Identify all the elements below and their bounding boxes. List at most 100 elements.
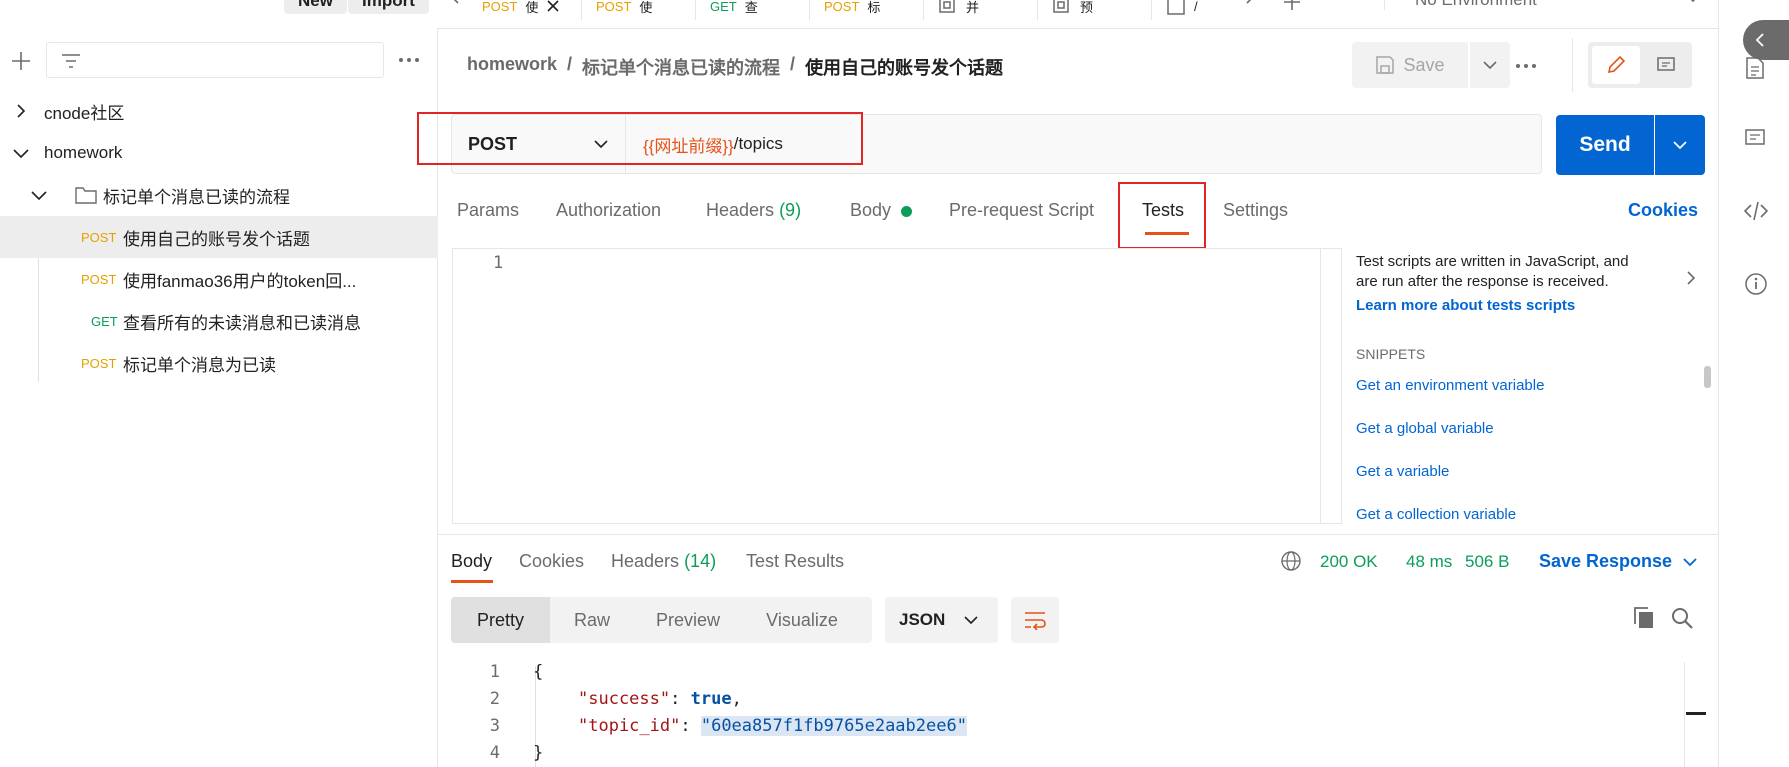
chevron-down-icon[interactable] <box>13 146 35 160</box>
comment-icon <box>1656 55 1676 75</box>
response-tab-headers[interactable]: Headers (14) <box>611 551 716 572</box>
forward-arrow-icon[interactable] <box>1236 0 1256 8</box>
response-size[interactable]: 506 B <box>1465 552 1509 572</box>
tab-body-label: Body <box>850 200 892 220</box>
view-visualize[interactable]: Visualize <box>742 597 862 643</box>
new-button[interactable]: New <box>284 0 347 14</box>
plus-icon[interactable] <box>1282 0 1302 12</box>
folder-label: 标记单个消息已读的流程 <box>103 187 290 207</box>
info-icon[interactable] <box>1744 272 1768 296</box>
chevron-down-icon[interactable] <box>1682 557 1698 567</box>
copy-icon[interactable] <box>1632 606 1654 630</box>
response-tab-cookies[interactable]: Cookies <box>519 551 584 572</box>
response-view-switcher: Pretty Raw Preview Visualize <box>451 597 872 643</box>
tab-method: GET <box>710 0 737 14</box>
editor-scrollbar[interactable] <box>1320 249 1342 523</box>
search-icon[interactable] <box>1670 606 1694 630</box>
view-raw[interactable]: Raw <box>550 597 634 643</box>
response-body-editor[interactable]: 1 { 2 "success": true, 3 "topic_id": "60… <box>470 662 1706 767</box>
tab-pre-request-script[interactable]: Pre-request Script <box>949 200 1094 221</box>
json-colon: : <box>680 716 701 736</box>
format-label: JSON <box>899 610 946 629</box>
tab-request-3[interactable]: GET 查 <box>698 0 810 20</box>
folder-row[interactable]: 标记单个消息已读的流程 <box>0 174 438 216</box>
chevron-down-icon <box>1672 140 1688 150</box>
collapse-button[interactable] <box>1743 20 1789 60</box>
tab-authorization[interactable]: Authorization <box>556 200 661 221</box>
snippets-scrollbar[interactable] <box>1704 366 1711 388</box>
save-button[interactable]: Save <box>1352 42 1468 88</box>
filter-icon[interactable] <box>61 52 81 70</box>
request-item[interactable]: POST 使用fanmao36用户的token回... <box>0 258 438 300</box>
save-options-button[interactable] <box>1470 42 1510 88</box>
environment-select[interactable]: No Environment <box>1384 0 1694 10</box>
send-button[interactable]: Send <box>1556 115 1654 175</box>
save-response-button[interactable]: Save Response <box>1539 551 1672 572</box>
edit-mode-button[interactable] <box>1592 46 1640 84</box>
tab-request-1[interactable]: POST 使 <box>470 0 582 20</box>
active-tab-indicator <box>451 580 493 583</box>
tab-runner-2[interactable]: 预 <box>1040 0 1152 20</box>
tab-request-4[interactable]: POST 标 <box>812 0 924 20</box>
request-item[interactable]: POST 使用自己的账号发个话题 <box>0 216 438 258</box>
learn-more-link[interactable]: Learn more about tests scripts <box>1356 297 1575 314</box>
cookies-link[interactable]: Cookies <box>1628 200 1698 221</box>
breadcrumb-collection[interactable]: homework <box>467 54 557 80</box>
method-badge: POST <box>81 229 117 245</box>
back-arrow-icon[interactable] <box>450 0 468 8</box>
code-icon[interactable] <box>1743 200 1769 222</box>
test-script-editor[interactable]: 1 <box>452 248 1342 524</box>
close-icon[interactable] <box>546 0 560 13</box>
window-icon <box>1166 0 1186 16</box>
response-tab-body[interactable]: Body <box>451 551 492 572</box>
request-item[interactable]: GET 查看所有的未读消息和已读消息 <box>0 300 438 342</box>
method-badge: POST <box>81 271 117 287</box>
collection-cnode[interactable]: cnode社区 <box>0 90 438 132</box>
chevron-down-icon[interactable] <box>31 188 53 202</box>
filter-input[interactable] <box>46 42 384 78</box>
comments-icon[interactable] <box>1744 128 1766 150</box>
tab-runner-1[interactable]: 并 <box>926 0 1038 20</box>
add-icon[interactable] <box>10 50 32 72</box>
documentation-icon[interactable] <box>1745 56 1765 80</box>
tab-body[interactable]: Body <box>850 200 891 221</box>
snippet-link[interactable]: Get a global variable <box>1356 420 1494 437</box>
response-time[interactable]: 48 ms <box>1406 552 1452 572</box>
breadcrumb-separator: / <box>790 54 796 74</box>
tab-headers-label: Headers <box>706 200 775 220</box>
more-icon[interactable] <box>398 56 420 64</box>
view-pretty[interactable]: Pretty <box>451 597 550 643</box>
snippet-link[interactable]: Get an environment variable <box>1356 377 1544 394</box>
tab-params[interactable]: Params <box>457 200 519 221</box>
tab-request-2[interactable]: POST 使 <box>584 0 696 20</box>
tab-settings[interactable]: Settings <box>1223 200 1288 221</box>
request-item[interactable]: POST 标记单个消息为已读 <box>0 342 438 384</box>
json-value: true <box>690 689 732 709</box>
send-options-button[interactable] <box>1655 115 1705 175</box>
response-tab-test-results[interactable]: Test Results <box>746 551 844 572</box>
chevron-right-icon[interactable] <box>14 104 36 118</box>
chevron-right-icon[interactable] <box>1686 270 1696 286</box>
snippet-link[interactable]: Get a variable <box>1356 463 1449 480</box>
comment-mode-button[interactable] <box>1644 46 1688 84</box>
globe-icon[interactable] <box>1280 550 1302 572</box>
tab-flow[interactable]: / <box>1154 0 1234 20</box>
more-icon[interactable] <box>1333 0 1357 2</box>
right-sidebar <box>1718 0 1789 767</box>
view-preview[interactable]: Preview <box>634 597 742 643</box>
editor-scrollbar[interactable] <box>1684 662 1685 767</box>
status-code[interactable]: 200 OK <box>1320 552 1378 572</box>
import-button[interactable]: Import <box>348 0 429 14</box>
request-label: 使用自己的账号发个话题 <box>123 229 310 249</box>
body-status-dot <box>901 206 912 217</box>
breadcrumb-folder[interactable]: 标记单个消息已读的流程 <box>582 54 780 80</box>
snippet-link[interactable]: Get a collection variable <box>1356 506 1516 523</box>
tab-headers[interactable]: Headers (9) <box>706 200 801 221</box>
collection-label: cnode社区 <box>44 103 125 123</box>
json-key: "success" <box>578 689 671 709</box>
collection-homework[interactable]: homework <box>0 132 438 174</box>
format-select[interactable]: JSON <box>885 597 998 643</box>
save-icon <box>1375 55 1395 75</box>
wrap-lines-button[interactable] <box>1011 597 1059 643</box>
more-icon[interactable] <box>1515 62 1537 70</box>
